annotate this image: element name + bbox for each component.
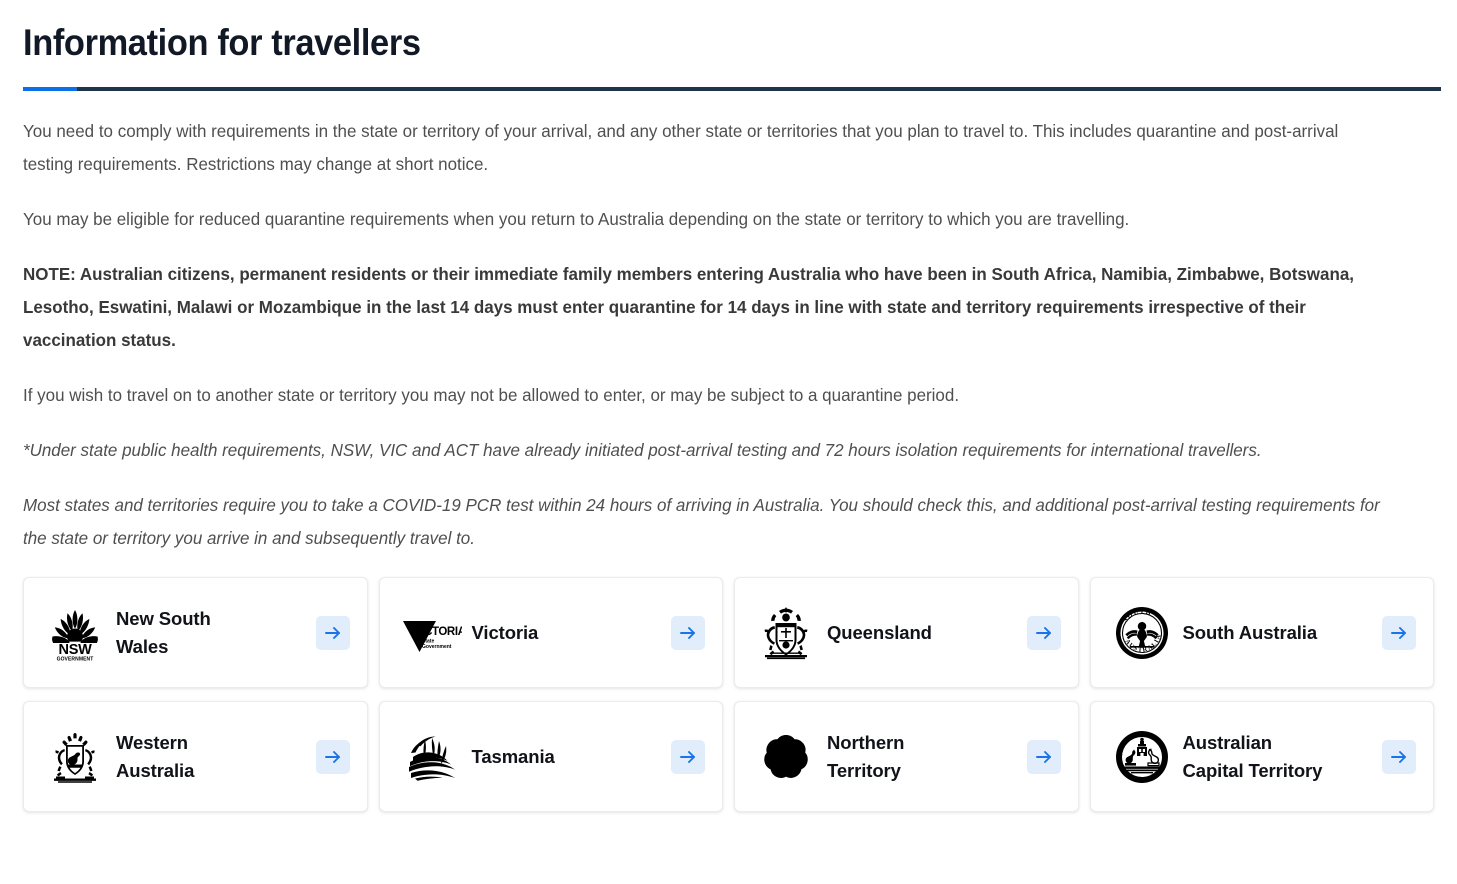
- state-card-arrow-button[interactable]: [671, 739, 705, 774]
- state-card-label: Western Australia: [116, 731, 195, 781]
- victoria-triangle-logo: VICTORIA State Government: [400, 602, 462, 664]
- state-card-new-south-wales[interactable]: NSW GOVERNMENT New South Wales: [23, 577, 368, 688]
- state-card-label: Queensland: [827, 621, 932, 643]
- queensland-coat-of-arms-logo: [755, 602, 817, 664]
- state-card-label: Victoria: [471, 621, 539, 643]
- state-card-label: South Australia: [1182, 621, 1318, 643]
- state-card-arrow-button[interactable]: [315, 739, 350, 774]
- paragraph: You may be eligible for reduced quaranti…: [23, 209, 1130, 229]
- state-card-label: New South Wales: [116, 607, 211, 657]
- state-card-arrow-button[interactable]: [1382, 739, 1416, 774]
- tasmania-stylised-logo: [400, 726, 462, 788]
- state-card-arrow-button[interactable]: [1026, 739, 1061, 774]
- title-divider-rule: [23, 87, 1441, 91]
- paragraph-footnote: *Under state public health requirements,…: [23, 440, 1262, 460]
- page-container: Information for travellers You need to c…: [0, 0, 1457, 812]
- paragraph-footnote: Most states and territories require you …: [23, 495, 1380, 548]
- state-card-arrow-button[interactable]: [1026, 615, 1061, 650]
- northern-territory-desert-rose-logo: [755, 726, 817, 788]
- state-territory-card-grid: NSW GOVERNMENT New South Wales VICTORIA …: [23, 577, 1434, 812]
- body-copy: You need to comply with requirements in …: [23, 115, 1434, 555]
- arrow-right-icon: [1391, 750, 1406, 763]
- state-card-australian-capital-territory[interactable]: Australian Capital Territory: [1089, 701, 1434, 812]
- state-card-northern-territory[interactable]: Northern Territory: [734, 701, 1079, 812]
- state-card-tasmania[interactable]: Tasmania: [378, 701, 723, 812]
- paragraph-note: NOTE: Australian citizens, permanent res…: [23, 264, 1354, 350]
- state-card-label: Northern Territory: [827, 731, 905, 781]
- south-australia-circular-badge-logo: SOUTH AUSTRALIA: [1111, 602, 1173, 664]
- page-title: Information for travellers: [23, 22, 421, 63]
- arrow-right-icon: [324, 750, 340, 763]
- arrow-right-icon: [1391, 626, 1406, 639]
- state-card-queensland[interactable]: Queensland: [734, 577, 1079, 688]
- arrow-right-icon: [1035, 626, 1051, 639]
- paragraph: If you wish to travel on to another stat…: [23, 385, 960, 405]
- state-card-south-australia[interactable]: SOUTH AUSTRALIA South Australia: [1089, 577, 1434, 688]
- arrow-right-icon: [324, 626, 340, 639]
- paragraph: You need to comply with requirements in …: [23, 121, 1339, 174]
- arrow-right-icon: [680, 626, 695, 639]
- state-card-label: Tasmania: [471, 745, 555, 767]
- state-card-arrow-button[interactable]: [1382, 615, 1416, 650]
- state-card-victoria[interactable]: VICTORIA State Government Victoria: [378, 577, 723, 688]
- western-australia-coat-of-arms-logo: [44, 726, 106, 788]
- svg-text:GOVERNMENT: GOVERNMENT: [57, 656, 94, 662]
- act-circular-coat-of-arms-logo: [1111, 726, 1173, 788]
- state-card-label: Australian Capital Territory: [1182, 731, 1323, 781]
- state-card-arrow-button[interactable]: [671, 615, 705, 650]
- svg-text:VICTORIA: VICTORIA: [414, 626, 462, 638]
- arrow-right-icon: [1035, 750, 1051, 763]
- svg-text:Government: Government: [422, 644, 452, 650]
- arrow-right-icon: [680, 750, 695, 763]
- state-card-arrow-button[interactable]: [315, 615, 350, 650]
- state-card-western-australia[interactable]: Western Australia: [23, 701, 368, 812]
- nsw-waratah-logo: NSW GOVERNMENT: [44, 602, 106, 664]
